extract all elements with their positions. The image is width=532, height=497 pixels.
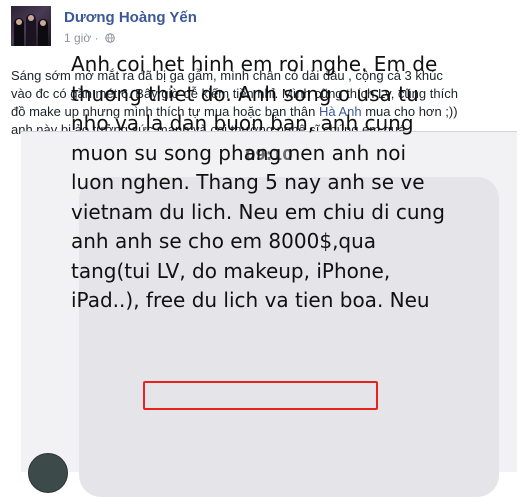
message-line: Anh coi het hinh em roi nghe. Em de	[71, 52, 438, 76]
message-line: muon su song phang nen anh noi	[71, 140, 407, 165]
message-line: anh anh se cho em 8000$,qua	[71, 229, 377, 253]
message-line: iPad..), free du lich va tien boa. Neu	[71, 288, 430, 312]
message-text: Anh coi het hinh em roi nghe. Em de thuo…	[71, 50, 445, 316]
message-line: tang(tui LV, do makeup, iPhone,	[71, 258, 391, 283]
post-header: Dương Hoàng Yến 1 giờ ·	[11, 6, 511, 56]
commenter-avatar[interactable]	[28, 453, 68, 493]
message-line: thuong thiet do. Anh song o usa tu	[71, 81, 419, 106]
message-line: vietnam du lich. Neu em chiu di cung	[71, 199, 445, 224]
post-time[interactable]: 1 giờ	[64, 31, 91, 45]
red-highlight-box	[143, 381, 378, 410]
highlighted-offer: anh se cho em 8000$	[114, 229, 333, 253]
message-line: nho va la dan buon ban, anh cung	[71, 111, 414, 135]
message-line: luon nghen. Thang 5 nay anh se ve	[71, 170, 425, 194]
globe-icon[interactable]	[105, 33, 115, 43]
author-name[interactable]: Dương Hoàng Yến	[64, 9, 197, 26]
author-avatar[interactable]	[11, 6, 51, 46]
post-meta: 1 giờ ·	[64, 30, 115, 45]
